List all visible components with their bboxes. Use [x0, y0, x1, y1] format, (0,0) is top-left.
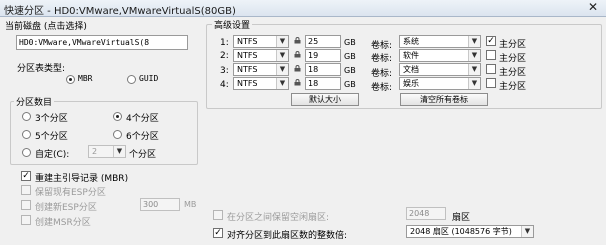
keep-esp-label: 保留现有ESP分区 — [35, 188, 106, 198]
gap-sectors-field[interactable]: 2048 — [406, 207, 446, 220]
close-icon[interactable]: ✕ — [586, 1, 600, 14]
chevron-down-icon: ▼ — [113, 146, 125, 157]
lock-icon[interactable] — [294, 79, 301, 86]
row3-primary-label: 主分区 — [499, 68, 527, 78]
chevron-down-icon: ▼ — [468, 50, 480, 61]
radio-guid[interactable] — [127, 75, 136, 84]
custom-count-select[interactable]: 2 ▼ — [88, 145, 126, 158]
radio-mbr[interactable] — [66, 75, 75, 84]
gap-sectors-unit: 扇区 — [452, 213, 471, 223]
row4-gb: GB — [344, 80, 356, 89]
row2-fs-value: NTFS — [237, 51, 258, 60]
radio-5-partitions-label: 5个分区 — [35, 132, 68, 142]
radio-mbr-label: MBR — [78, 74, 93, 83]
row2-fs-select[interactable]: NTFS ▼ — [233, 49, 289, 62]
radio-3-partitions[interactable] — [22, 112, 31, 121]
chevron-down-icon: ▼ — [468, 64, 480, 75]
row2-volume-value: 软件 — [403, 51, 419, 60]
row3-volume-label: 卷标: — [371, 69, 393, 79]
partition-table-label: 分区表类型: — [17, 64, 66, 74]
row1-volume-value: 系统 — [403, 37, 419, 46]
rebuild-mbr-checkbox[interactable]: ✓ — [21, 171, 31, 181]
chevron-down-icon: ▼ — [468, 78, 480, 89]
row3-index: 3: — [220, 66, 229, 76]
row3-primary-checkbox[interactable] — [486, 64, 496, 74]
align-label: 对齐分区到此扇区数的整数倍: — [227, 231, 348, 241]
chevron-down-icon: ▼ — [468, 36, 480, 47]
align-value: 2048 扇区 (1048576 字节) — [410, 227, 512, 236]
row4-fs-select[interactable]: NTFS ▼ — [233, 77, 289, 90]
lock-icon[interactable] — [294, 51, 301, 58]
chevron-down-icon: ▼ — [276, 64, 288, 75]
create-esp-label: 创建新ESP分区 — [35, 203, 97, 213]
row3-volume-value: 文档 — [403, 65, 419, 74]
esp-size-field[interactable]: 300 — [140, 198, 180, 211]
row4-volume-value: 娱乐 — [403, 79, 419, 88]
advanced-label: 高级设置 — [212, 18, 253, 31]
align-select[interactable]: 2048 扇区 (1048576 字节) ▼ — [406, 225, 534, 238]
row4-index: 4: — [220, 80, 229, 90]
partition-count-label: 分区数目 — [14, 95, 55, 108]
row1-primary-checkbox[interactable]: ✓ — [486, 36, 496, 46]
default-size-button[interactable]: 默认大小 — [291, 93, 359, 106]
row2-gb: GB — [344, 52, 356, 61]
row4-volume-label: 卷标: — [371, 83, 393, 93]
row3-gb: GB — [344, 66, 356, 75]
row1-size-field[interactable]: 25 — [305, 35, 341, 48]
row2-index: 2: — [220, 51, 229, 61]
create-msr-label: 创建MSR分区 — [35, 218, 91, 228]
esp-unit-label: MB — [184, 200, 197, 209]
align-checkbox[interactable]: ✓ — [213, 228, 223, 238]
row3-size-field[interactable]: 18 — [305, 63, 341, 76]
radio-custom[interactable] — [22, 148, 31, 157]
row4-volume-select[interactable]: 娱乐 ▼ — [399, 77, 481, 90]
gap-sectors-label: 在分区之间保留空闲扇区: — [227, 213, 330, 223]
radio-guid-label: GUID — [139, 74, 159, 83]
row1-volume-label: 卷标: — [371, 41, 393, 51]
row4-fs-value: NTFS — [237, 79, 258, 88]
row1-gb: GB — [344, 38, 356, 47]
custom-count-value: 2 — [92, 147, 98, 156]
lock-icon[interactable] — [294, 65, 301, 72]
chevron-down-icon: ▼ — [276, 78, 288, 89]
clear-all-labels-button[interactable]: 清空所有卷标 — [400, 93, 488, 106]
radio-4-partitions[interactable] — [113, 112, 122, 121]
row4-primary-checkbox[interactable] — [486, 78, 496, 88]
chevron-down-icon: ▼ — [521, 226, 533, 237]
window-title: 快速分区 - HD0:VMware,VMwareVirtualS(80GB) — [4, 6, 236, 17]
current-disk-field[interactable]: HD0:VMware,VMwareVirtualS(8 — [16, 35, 188, 50]
row2-volume-label: 卷标: — [371, 54, 393, 64]
row1-volume-select[interactable]: 系统 ▼ — [399, 35, 481, 48]
rebuild-mbr-label: 重建主引导记录 (MBR) — [35, 174, 129, 184]
row4-primary-label: 主分区 — [499, 82, 527, 92]
gap-sectors-checkbox[interactable] — [213, 210, 223, 220]
keep-esp-checkbox[interactable] — [21, 185, 31, 195]
row1-index: 1: — [220, 38, 229, 48]
row2-size-field[interactable]: 19 — [305, 49, 341, 62]
current-disk-label: 当前磁盘 (点击选择) — [5, 22, 87, 32]
custom-suffix-label: 个分区 — [129, 150, 157, 160]
row1-fs-value: NTFS — [237, 37, 258, 46]
title-bar: 快速分区 - HD0:VMware,VMwareVirtualS(80GB) ✕ — [0, 0, 606, 17]
chevron-down-icon: ▼ — [276, 50, 288, 61]
row3-fs-value: NTFS — [237, 65, 258, 74]
radio-custom-label: 自定(C): — [35, 150, 70, 160]
row1-fs-select[interactable]: NTFS ▼ — [233, 35, 289, 48]
row2-primary-label: 主分区 — [499, 54, 527, 64]
create-msr-checkbox[interactable] — [21, 215, 31, 225]
radio-4-partitions-label: 4个分区 — [126, 114, 159, 124]
row2-primary-checkbox[interactable] — [486, 50, 496, 60]
lock-icon[interactable] — [294, 37, 301, 44]
radio-3-partitions-label: 3个分区 — [35, 114, 68, 124]
row2-volume-select[interactable]: 软件 ▼ — [399, 49, 481, 62]
create-esp-checkbox[interactable] — [21, 200, 31, 210]
row3-volume-select[interactable]: 文档 ▼ — [399, 63, 481, 76]
chevron-down-icon: ▼ — [276, 36, 288, 47]
row3-fs-select[interactable]: NTFS ▼ — [233, 63, 289, 76]
row1-primary-label: 主分区 — [499, 40, 527, 50]
radio-6-partitions-label: 6个分区 — [126, 132, 159, 142]
radio-6-partitions[interactable] — [113, 130, 122, 139]
row4-size-field[interactable]: 18 — [305, 77, 341, 90]
radio-5-partitions[interactable] — [22, 130, 31, 139]
